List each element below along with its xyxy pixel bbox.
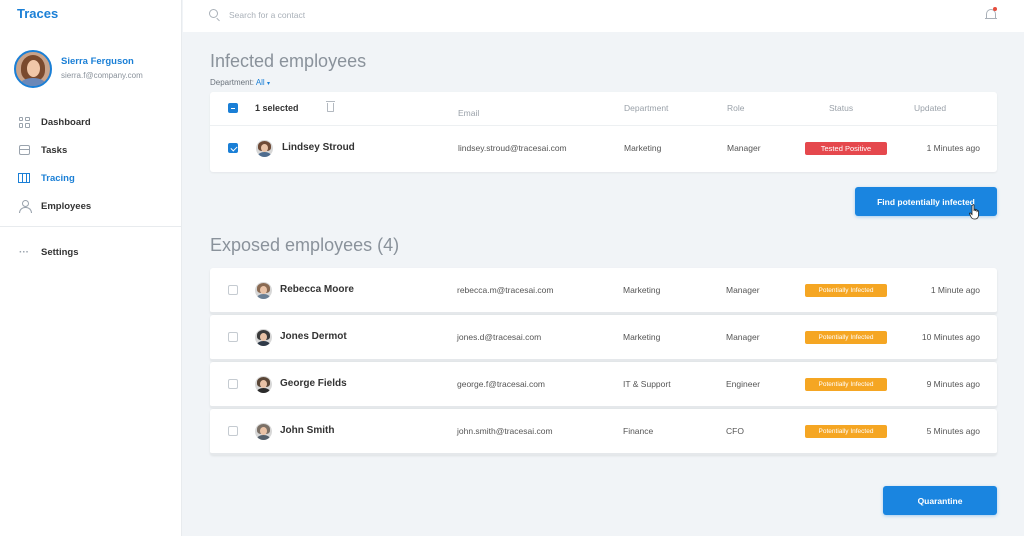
avatar bbox=[255, 423, 272, 440]
updated-time: 5 Minutes ago bbox=[926, 426, 980, 436]
updated-time: 1 Minutes ago bbox=[926, 143, 980, 153]
employee-email: john.smith@tracesai.com bbox=[457, 426, 553, 436]
employee-role: Manager bbox=[727, 143, 761, 153]
sidebar-item-tracing[interactable]: Tracing bbox=[0, 164, 182, 192]
employee-name: Rebecca Moore bbox=[280, 284, 354, 295]
sidebar-item-label: Tracing bbox=[41, 172, 75, 184]
infected-table: 1 selected Email Department Role Status … bbox=[210, 92, 997, 172]
employees-icon bbox=[18, 200, 32, 213]
table-row[interactable]: John Smith john.smith@tracesai.com Finan… bbox=[210, 409, 997, 455]
app-logo[interactable]: Traces bbox=[17, 6, 58, 21]
chevron-down-icon: ▾ bbox=[266, 81, 270, 87]
employee-name: Lindsey Stroud bbox=[282, 142, 355, 153]
sidebar-item-label: Tasks bbox=[41, 144, 68, 156]
table-row[interactable]: Jones Dermot jones.d@tracesai.com Market… bbox=[210, 315, 997, 361]
more-dots-icon: ··· bbox=[19, 246, 29, 258]
selected-count: 1 selected bbox=[255, 103, 299, 113]
exposed-table: Rebecca Moore rebecca.m@tracesai.com Mar… bbox=[210, 268, 997, 456]
sidebar-item-dashboard[interactable]: Dashboard bbox=[0, 108, 182, 136]
user-profile[interactable]: Sierra Ferguson sierra.f@company.com bbox=[14, 50, 174, 88]
exposed-title: Exposed employees (4) bbox=[210, 235, 400, 255]
notification-dot bbox=[993, 7, 997, 11]
search-input[interactable] bbox=[229, 6, 529, 24]
sidebar-nav: Dashboard Tasks Tracing Employees bbox=[0, 108, 182, 220]
employee-email: jones.d@tracesai.com bbox=[457, 332, 542, 342]
sidebar-item-employees[interactable]: Employees bbox=[0, 192, 182, 220]
status-badge: Potentially Infected bbox=[805, 284, 887, 297]
column-header-department: Department bbox=[624, 103, 669, 113]
status-badge: Potentially Infected bbox=[805, 331, 887, 344]
updated-time: 1 Minute ago bbox=[930, 285, 980, 295]
employee-name: John Smith bbox=[280, 425, 335, 436]
sidebar-item-label: Settings bbox=[41, 246, 79, 258]
employee-department: Marketing bbox=[623, 285, 661, 295]
employee-role: CFO bbox=[726, 426, 744, 436]
department-label: Department: bbox=[210, 78, 255, 87]
search-icon bbox=[209, 9, 218, 18]
notification-bell-icon[interactable] bbox=[985, 7, 997, 22]
sidebar-item-settings[interactable]: ··· Settings bbox=[0, 238, 182, 266]
employee-department: Marketing bbox=[624, 143, 662, 153]
avatar bbox=[256, 140, 273, 157]
table-row[interactable]: Lindsey Stroud lindsey.stroud@tracesai.c… bbox=[210, 126, 997, 172]
row-checkbox[interactable] bbox=[228, 285, 238, 295]
updated-time: 9 Minutes ago bbox=[926, 379, 980, 389]
avatar bbox=[255, 376, 272, 393]
row-checkbox[interactable] bbox=[228, 332, 238, 342]
status-badge: Tested Positive bbox=[805, 142, 887, 155]
employee-department: IT & Support bbox=[623, 379, 671, 389]
quarantine-button[interactable]: Quarantine bbox=[883, 486, 997, 515]
hand-cursor-icon bbox=[969, 204, 979, 220]
tasks-icon bbox=[18, 144, 30, 156]
department-filter[interactable]: Department: All ▾ bbox=[210, 78, 270, 87]
employee-email: rebecca.m@tracesai.com bbox=[457, 285, 554, 295]
column-header-email: Email bbox=[458, 108, 480, 118]
sidebar: Traces Sierra Ferguson sierra.f@company.… bbox=[0, 0, 182, 536]
user-email: sierra.f@company.com bbox=[61, 71, 143, 80]
sidebar-divider bbox=[0, 226, 182, 227]
column-header-role: Role bbox=[727, 103, 745, 113]
avatar bbox=[255, 329, 272, 346]
employee-name: Jones Dermot bbox=[280, 331, 347, 342]
table-row[interactable]: Rebecca Moore rebecca.m@tracesai.com Mar… bbox=[210, 268, 997, 314]
sidebar-item-tasks[interactable]: Tasks bbox=[0, 136, 182, 164]
employee-department: Finance bbox=[623, 426, 654, 436]
avatar bbox=[14, 50, 52, 88]
infected-title: Infected employees bbox=[210, 51, 367, 71]
dashboard-icon bbox=[18, 116, 30, 128]
column-header-updated: Updated bbox=[914, 103, 947, 113]
employee-email: lindsey.stroud@tracesai.com bbox=[458, 143, 567, 153]
column-header-status: Status bbox=[829, 103, 854, 113]
employee-name: George Fields bbox=[280, 378, 347, 389]
table-header: 1 selected Email Department Role Status … bbox=[210, 92, 997, 126]
status-badge: Potentially Infected bbox=[805, 378, 887, 391]
select-all-checkbox[interactable] bbox=[228, 103, 238, 113]
row-checkbox[interactable] bbox=[228, 379, 238, 389]
row-checkbox[interactable] bbox=[228, 426, 238, 436]
employee-role: Manager bbox=[726, 332, 760, 342]
status-badge: Potentially Infected bbox=[805, 425, 887, 438]
sidebar-item-label: Dashboard bbox=[41, 116, 91, 128]
updated-time: 10 Minutes ago bbox=[921, 332, 980, 342]
top-bar bbox=[183, 0, 1024, 32]
sidebar-item-label: Employees bbox=[41, 200, 92, 212]
employee-department: Marketing bbox=[623, 332, 661, 342]
trash-icon[interactable] bbox=[326, 101, 335, 112]
user-name: Sierra Ferguson bbox=[61, 56, 134, 67]
employee-role: Engineer bbox=[726, 379, 761, 389]
tracing-icon bbox=[18, 172, 30, 184]
employee-email: george.f@tracesai.com bbox=[457, 379, 546, 389]
row-checkbox[interactable] bbox=[228, 143, 238, 153]
employee-role: Manager bbox=[726, 285, 760, 295]
table-row[interactable]: George Fields george.f@tracesai.com IT &… bbox=[210, 362, 997, 408]
department-value: All bbox=[255, 78, 265, 87]
avatar bbox=[255, 282, 272, 299]
